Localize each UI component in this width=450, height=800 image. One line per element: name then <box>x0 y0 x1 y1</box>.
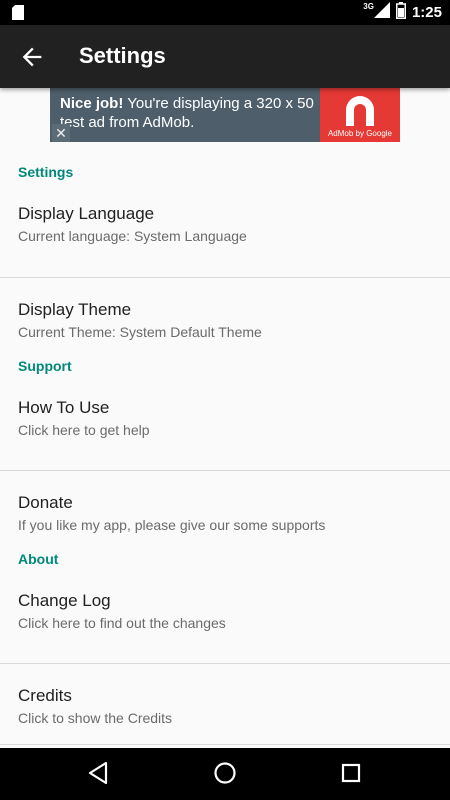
page-title: Settings <box>79 43 166 68</box>
network-type: 3G <box>363 2 374 11</box>
admob-mark-icon <box>346 96 374 126</box>
ad-banner[interactable]: Nice job! You're displaying a 320 x 50 t… <box>50 88 400 142</box>
navigation-bar <box>0 748 450 800</box>
item-title: Credits <box>18 686 72 705</box>
back-triangle-icon[interactable] <box>86 760 112 791</box>
item-title: Change Log <box>18 591 111 610</box>
settings-list: Settings Display Language Current langua… <box>0 142 450 745</box>
ad-logo-caption: AdMob by Google <box>327 129 393 138</box>
recents-square-icon[interactable] <box>338 760 364 791</box>
section-header-about: About <box>18 551 59 567</box>
list-item-credits[interactable]: Credits Click to show the Credits <box>0 664 450 744</box>
close-icon[interactable]: ✕ <box>52 124 70 142</box>
item-title: Display Theme <box>18 300 132 319</box>
ad-headline: Nice job! <box>60 95 124 112</box>
list-item-how-to-use[interactable]: How To Use Click here to get help <box>0 374 450 470</box>
item-subtitle: Click here to find out the changes <box>18 615 226 631</box>
item-title: How To Use <box>18 398 110 417</box>
clock: 1:25 <box>411 4 442 21</box>
item-subtitle: Current Theme: System Default Theme <box>18 324 262 340</box>
list-item-change-log[interactable]: Change Log Click here to find out the ch… <box>0 567 450 663</box>
app-bar: Settings <box>0 25 450 88</box>
ad-text: Nice job! You're displaying a 320 x 50 t… <box>60 94 320 132</box>
item-title: Display Language <box>18 204 155 223</box>
sd-card-icon <box>12 5 24 25</box>
admob-logo: AdMob by Google <box>320 88 400 142</box>
list-item-display-theme[interactable]: Display Theme Current Theme: System Defa… <box>0 278 450 358</box>
list-item-display-language[interactable]: Display Language Current language: Syste… <box>0 180 450 277</box>
home-circle-icon[interactable] <box>212 760 238 791</box>
item-subtitle: If you like my app, please give our some… <box>18 517 326 533</box>
arrow-left-icon[interactable] <box>18 43 46 71</box>
item-subtitle: Click here to get help <box>18 422 150 438</box>
item-subtitle: Click to show the Credits <box>18 710 173 726</box>
divider <box>0 744 450 745</box>
item-title: Donate <box>18 493 73 512</box>
battery-icon <box>395 1 406 24</box>
section-header-support: Support <box>18 358 72 374</box>
status-bar: 3G 1:25 <box>0 0 450 25</box>
section-header-settings: Settings <box>18 164 74 180</box>
signal-icon <box>373 2 390 23</box>
item-subtitle: Current language: System Language <box>18 228 247 244</box>
list-item-donate[interactable]: Donate If you like my app, please give o… <box>0 471 450 551</box>
